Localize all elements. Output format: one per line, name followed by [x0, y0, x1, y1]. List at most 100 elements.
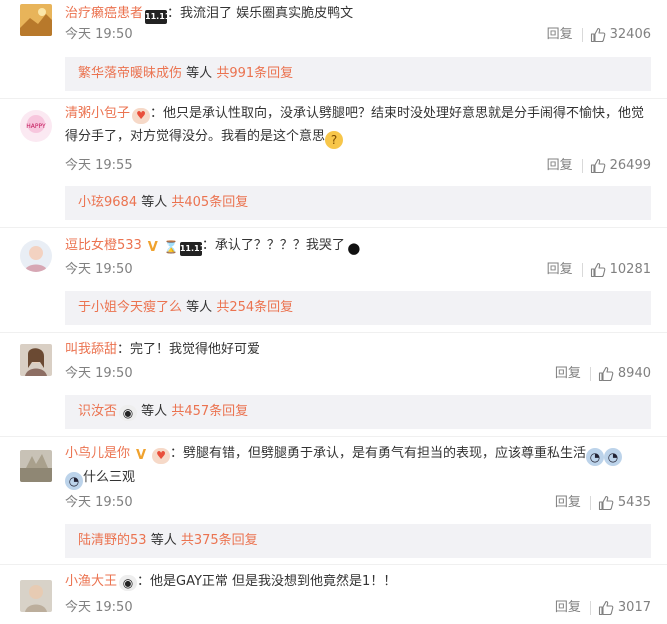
divider: [0, 98, 667, 99]
avatar[interactable]: [20, 240, 52, 272]
like-count[interactable]: 3017: [618, 599, 651, 617]
like-count[interactable]: 8940: [618, 365, 651, 383]
username-link[interactable]: 清粥小包子: [65, 106, 130, 121]
sub-reply-box[interactable]: 于小姐今天瘦了么 等人 共254条回复: [65, 291, 651, 325]
heart-badge-icon[interactable]: ♥: [152, 448, 171, 464]
svg-text:HAPPY: HAPPY: [26, 123, 46, 130]
action-divider: [581, 263, 583, 277]
comment-line: 小鸟儿是你 V ♥ ：劈腿有错，但劈腿勇于承认，是有勇气有担当的表现，应该尊重私生活 ◔…: [65, 442, 653, 490]
sub-reply-suffix: 等人: [186, 300, 213, 315]
comment-time: 今天 19:50: [65, 495, 133, 510]
comment-text: ：我流泪了 娱乐圈真实脆皮鸭文: [167, 6, 354, 21]
divider: [0, 436, 667, 437]
thumbs-up-icon[interactable]: [598, 495, 614, 511]
hourglass-badge-icon[interactable]: ⌛: [164, 240, 179, 254]
reply-button[interactable]: 回复: [555, 599, 581, 617]
username-link[interactable]: 小鸟儿是你: [65, 446, 130, 461]
sub-reply-user[interactable]: 小玹9684: [78, 195, 137, 210]
comment-actions: 回复 8940: [555, 365, 651, 383]
sub-reply-box[interactable]: 识汝否 ◉ 等人 共457条回复: [65, 395, 651, 429]
like-count[interactable]: 32406: [610, 26, 651, 44]
sub-reply-count-link[interactable]: 共254条回复: [216, 300, 293, 315]
comment-line: 逗比女橙533 V ⌛11.11：承认了？？？？我哭了 ●: [65, 235, 653, 257]
sub-reply-user[interactable]: 陆清野的53: [78, 533, 147, 548]
sub-reply-count-link[interactable]: 共991条回复: [216, 66, 293, 81]
comment-text: ：他只是承认性取向，没承认劈腿吧？结束时没处理好意思就是分手闹得不愉快，他觉得分…: [65, 106, 645, 144]
reply-button[interactable]: 回复: [547, 261, 573, 279]
reply-button[interactable]: 回复: [555, 365, 581, 383]
comment-line: 叫我舔甜：完了！我觉得他好可爱: [65, 339, 653, 361]
comment-text: ：劈腿有错，但劈腿勇于承认，是有勇气有担当的表现，应该尊重私生活: [170, 446, 587, 461]
comment-time: 今天 19:50: [65, 27, 133, 42]
double11-badge-icon[interactable]: 11.11: [145, 10, 170, 24]
action-divider: [589, 496, 591, 510]
sub-reply-box[interactable]: 陆清野的53 等人 共375条回复: [65, 524, 651, 558]
username-link[interactable]: 治疗癞癌患者: [65, 6, 143, 21]
thumbs-up-icon[interactable]: [590, 27, 606, 43]
comment-time: 今天 19:50: [65, 600, 133, 615]
comment-text: ：完了！我觉得他好可爱: [117, 342, 261, 357]
username-link[interactable]: 小渔大王: [65, 574, 117, 589]
double11-badge-icon[interactable]: 11.11: [179, 242, 205, 256]
username-link[interactable]: 叫我舔甜: [65, 342, 117, 357]
divider: [0, 332, 667, 333]
username-link[interactable]: 逗比女橙533: [65, 238, 142, 253]
reply-button[interactable]: 回复: [547, 157, 573, 175]
divider: [0, 227, 667, 228]
thinking-emoji-icon: ?: [325, 131, 344, 149]
sub-reply-count-link[interactable]: 共405条回复: [171, 195, 248, 210]
sub-reply-box[interactable]: 小玹9684 等人 共405条回复: [65, 186, 651, 220]
action-divider: [581, 159, 583, 173]
panda-badge-icon[interactable]: ◉: [119, 575, 138, 591]
sub-reply-suffix: 等人: [150, 533, 177, 548]
verified-v-icon[interactable]: V: [132, 449, 150, 463]
divider: [0, 564, 667, 565]
thumbs-up-icon[interactable]: [590, 158, 606, 174]
crying-emoji-icon: ◔: [586, 448, 605, 466]
sub-reply-count-link[interactable]: 共457条回复: [171, 404, 248, 419]
avatar[interactable]: [20, 4, 52, 36]
comment-time: 今天 19:55: [65, 158, 133, 173]
sub-reply-box[interactable]: 繁华落帝暖昧成伤 等人 共991条回复: [65, 57, 651, 91]
panda-badge-icon: ◉: [119, 405, 138, 421]
thumbs-up-icon[interactable]: [598, 600, 614, 616]
like-count[interactable]: 5435: [618, 494, 651, 512]
reply-button[interactable]: 回复: [547, 26, 573, 44]
avatar[interactable]: [20, 580, 52, 612]
mickey-mouse-emoji-icon: ●: [344, 239, 363, 257]
sub-reply-user[interactable]: 于小姐今天瘦了么: [78, 300, 182, 315]
comment-text: ：承认了？？？？我哭了: [201, 238, 345, 253]
sub-reply-suffix: 等人: [141, 195, 168, 210]
thumbs-up-icon[interactable]: [590, 262, 606, 278]
like-count[interactable]: 26499: [610, 157, 651, 175]
comment-time: 今天 19:50: [65, 262, 133, 277]
action-divider: [581, 28, 583, 42]
action-divider: [589, 367, 591, 381]
comment-actions: 回复 10281: [547, 261, 651, 279]
comment-text: ：他是GAY正常 但是我没想到他竟然是1！！: [137, 574, 397, 589]
sub-reply-count-link[interactable]: 共375条回复: [181, 533, 258, 548]
comment-actions: 回复 32406: [547, 26, 651, 44]
comment-actions: 回复 3017: [555, 599, 651, 617]
avatar[interactable]: HAPPY: [20, 110, 52, 142]
comment-time: 今天 19:50: [65, 366, 133, 381]
comment-text-line2: 什么三观: [83, 470, 136, 485]
verified-v-icon[interactable]: V: [144, 241, 162, 255]
comment-line: 治疗癞癌患者 11.11：我流泪了 娱乐圈真实脆皮鸭文: [65, 3, 653, 25]
thumbs-up-icon[interactable]: [598, 366, 614, 382]
sub-reply-user[interactable]: 识汝否: [78, 404, 117, 419]
sub-reply-suffix: 等人: [186, 66, 213, 81]
action-divider: [589, 601, 591, 615]
reply-button[interactable]: 回复: [555, 494, 581, 512]
avatar[interactable]: [20, 450, 52, 482]
sub-reply-user[interactable]: 繁华落帝暖昧成伤: [78, 66, 182, 81]
comment-line: 清粥小包子 ♥ ：他只是承认性取向，没承认劈腿吧？结束时没处理好意思就是分手闹得不愉…: [65, 102, 653, 149]
sub-reply-suffix: 等人: [141, 404, 168, 419]
comment-actions: 回复 26499: [547, 157, 651, 175]
crying-emoji-icon: ◔: [65, 472, 83, 490]
heart-badge-icon[interactable]: ♥: [132, 108, 151, 124]
like-count[interactable]: 10281: [610, 261, 651, 279]
comment-actions: 回复 5435: [555, 494, 651, 512]
avatar[interactable]: [20, 344, 52, 376]
comment-line: 小渔大王 ◉ ：他是GAY正常 但是我没想到他竟然是1！！: [65, 571, 653, 593]
